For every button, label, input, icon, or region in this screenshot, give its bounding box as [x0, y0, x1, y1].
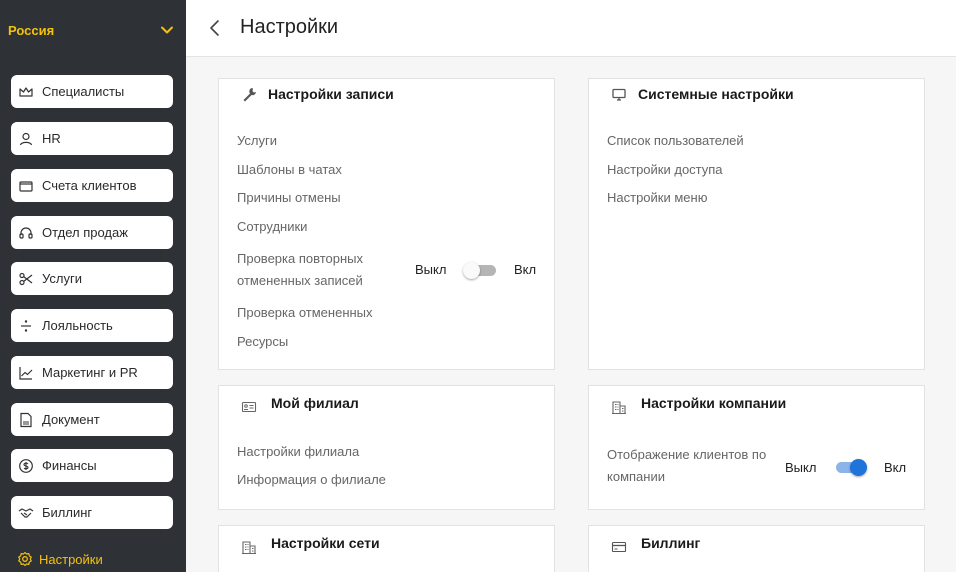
sidebar-item-label: Услуги — [42, 271, 82, 286]
dollar-icon — [19, 458, 33, 473]
toggle-description: Проверка повторных отмененных записей — [237, 248, 363, 292]
crown-icon — [19, 86, 33, 97]
toggle-description-line2: компании — [607, 469, 665, 484]
repeat-cancelled-toggle[interactable] — [463, 260, 497, 280]
back-arrow-icon[interactable] — [206, 18, 224, 38]
building-icon — [612, 401, 626, 415]
sidebar-item-label: Настройки — [39, 551, 103, 567]
network-settings-card: Настройки сети — [218, 525, 555, 572]
card-title: Настройки компании — [641, 395, 787, 411]
sidebar-item-billing[interactable]: Биллинг — [11, 496, 173, 529]
sidebar-item-sales[interactable]: Отдел продаж — [11, 216, 173, 249]
card-title: Биллинг — [641, 535, 701, 551]
link-cancel-reasons[interactable]: Причины отмены — [237, 190, 341, 205]
credit-card-icon — [611, 541, 627, 553]
gear-icon — [18, 551, 32, 567]
link-chat-templates[interactable]: Шаблоны в чатах — [237, 162, 342, 177]
sidebar-item-label: Маркетинг и PR — [42, 365, 138, 380]
sidebar-item-label: Финансы — [42, 458, 97, 473]
card-header: Биллинг — [611, 531, 700, 555]
booking-settings-card: Настройки записи Услуги Шаблоны в чатах … — [218, 78, 555, 370]
page-header: Настройки — [186, 0, 956, 57]
sidebar-item-specialists[interactable]: Специалисты — [11, 75, 173, 108]
chevron-down-icon — [161, 26, 173, 34]
sidebar-item-settings[interactable]: Настройки — [17, 548, 103, 570]
card-title: Настройки записи — [268, 86, 394, 102]
monitor-icon — [612, 88, 626, 101]
card-title: Настройки сети — [271, 535, 380, 551]
sidebar-item-label: Специалисты — [42, 84, 125, 99]
toggle-knob — [850, 459, 867, 476]
my-branch-card: Мой филиал Настройки филиала Информация … — [218, 385, 555, 510]
toggle-off-label: Выкл — [415, 262, 447, 277]
toggle-off-label: Выкл — [785, 460, 817, 475]
card-header: Настройки сети — [241, 531, 380, 555]
billing-card: Биллинг — [588, 525, 925, 572]
sidebar-item-loyalty[interactable]: Лояльность — [11, 309, 173, 342]
scissors-icon — [19, 272, 33, 285]
sidebar-item-label: Документ — [42, 412, 100, 427]
wallet-icon — [19, 180, 33, 192]
company-settings-card: Настройки компании Отображение клиентов … — [588, 385, 925, 510]
link-access-settings[interactable]: Настройки доступа — [607, 162, 723, 177]
company-clients-toggle[interactable] — [833, 457, 867, 477]
system-settings-card: Системные настройки Список пользователей… — [588, 78, 925, 370]
toggle-on-label: Вкл — [514, 262, 537, 277]
user-icon — [19, 132, 33, 145]
link-user-list[interactable]: Список пользователей — [607, 133, 744, 148]
card-header: Настройки компании — [611, 391, 786, 415]
toggle-on-label: Вкл — [884, 460, 907, 475]
sidebar-item-marketing[interactable]: Маркетинг и PR — [11, 356, 173, 389]
sidebar-item-label: Отдел продаж — [42, 225, 128, 240]
wrench-icon — [243, 88, 256, 102]
sidebar-item-label: Счета клиентов — [42, 178, 137, 193]
region-selector[interactable]: Россия — [0, 0, 186, 60]
sidebar-item-client-accounts[interactable]: Счета клиентов — [11, 169, 173, 202]
headset-icon — [19, 226, 33, 239]
sidebar-item-hr[interactable]: HR — [11, 122, 173, 155]
handshake-icon — [18, 507, 34, 518]
link-menu-settings[interactable]: Настройки меню — [607, 190, 707, 205]
page-title: Настройки — [240, 16, 339, 38]
divide-icon — [21, 319, 31, 332]
sidebar: Россия Специалисты HR Счета клиентов Отд… — [0, 0, 186, 572]
doc-file-icon — [20, 412, 32, 427]
toggle-description-line1: Отображение клиентов по — [607, 447, 767, 462]
link-services[interactable]: Услуги — [237, 133, 277, 148]
link-branch-info[interactable]: Информация о филиале — [237, 472, 386, 487]
link-check-cancelled[interactable]: Проверка отмененных — [237, 305, 373, 320]
sidebar-item-services[interactable]: Услуги — [11, 262, 173, 295]
sidebar-item-document[interactable]: Документ — [11, 403, 173, 436]
card-header: Системные настройки — [611, 86, 794, 102]
link-resources[interactable]: Ресурсы — [237, 334, 288, 349]
card-header: Мой филиал — [241, 391, 359, 415]
toggle-description-line2: отмененных записей — [237, 273, 363, 288]
sidebar-item-label: Биллинг — [42, 505, 93, 520]
id-card-icon — [241, 401, 257, 413]
toggle-description-line1: Проверка повторных — [237, 251, 364, 266]
link-employees[interactable]: Сотрудники — [237, 219, 307, 234]
region-label: Россия — [8, 22, 55, 38]
sidebar-item-label: HR — [42, 131, 61, 146]
card-title: Системные настройки — [638, 86, 794, 102]
toggle-description: Отображение клиентов по компании — [607, 444, 766, 488]
building-icon — [242, 541, 256, 555]
card-title: Мой филиал — [271, 395, 359, 411]
sidebar-item-label: Лояльность — [42, 318, 113, 333]
card-header: Настройки записи — [241, 86, 394, 102]
toggle-knob — [463, 262, 480, 279]
link-branch-settings[interactable]: Настройки филиала — [237, 444, 359, 459]
chart-line-icon — [19, 366, 33, 380]
sidebar-item-finance[interactable]: Финансы — [11, 449, 173, 482]
